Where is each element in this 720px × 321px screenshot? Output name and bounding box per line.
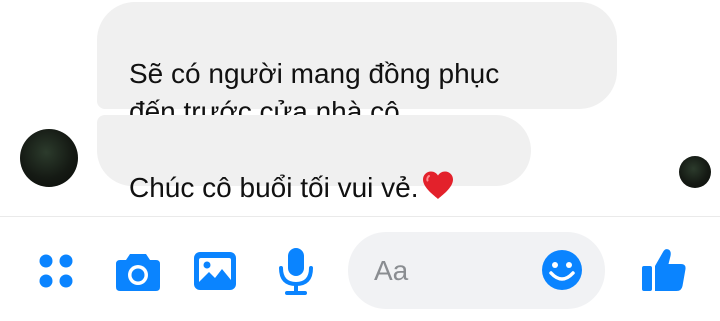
message-bubble[interactable]: Sẽ có người mang đồng phục đến trước cửa…: [97, 2, 617, 127]
message-input[interactable]: [372, 250, 536, 292]
message-text: Chúc cô buổi tối vui vẻ.: [129, 172, 419, 203]
message-bubble[interactable]: Chúc cô buổi tối vui vẻ.: [97, 115, 531, 203]
emoji-icon[interactable]: [540, 248, 584, 292]
message-composer: [0, 217, 720, 321]
like-icon[interactable]: [640, 246, 688, 294]
more-apps-icon[interactable]: [36, 251, 76, 291]
camera-icon[interactable]: [114, 249, 162, 293]
gallery-icon[interactable]: [192, 250, 238, 292]
message-input-box[interactable]: [348, 232, 605, 309]
heart-icon: [421, 170, 455, 210]
messenger-chat-screen: Sẽ có người mang đồng phục đến trước cửa…: [0, 0, 720, 321]
microphone-icon[interactable]: [276, 246, 316, 296]
sender-avatar[interactable]: [20, 129, 78, 187]
seen-receipt-avatar: [679, 156, 711, 188]
